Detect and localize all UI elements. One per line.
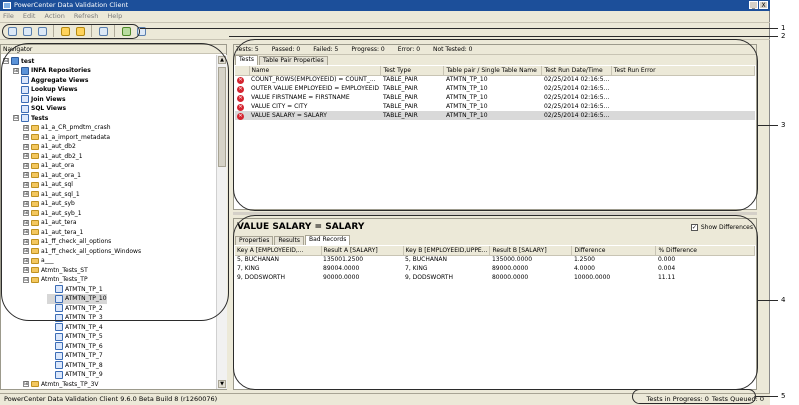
- folder-icon: [31, 381, 39, 387]
- callout-ellipse-tests: [233, 39, 758, 211]
- callout-line-5: [756, 396, 778, 397]
- tree-node[interactable]: ⊞ Atmtn_Tests_TP_3V: [23, 379, 99, 389]
- callout-ellipse-toolbar: [2, 24, 140, 39]
- tree-node-label: ATMTN_TP_8: [65, 361, 103, 369]
- callout-line-1: [140, 28, 778, 29]
- window-title: PowerCenter Data Validation Client: [14, 1, 129, 9]
- menu-bar: File Edit Action Refresh Help: [0, 11, 770, 22]
- tree-node[interactable]: ATMTN_TP_5: [47, 332, 103, 342]
- tree-node-label: ATMTN_TP_9: [65, 371, 103, 378]
- table-pair-icon: [55, 361, 63, 369]
- menu-refresh[interactable]: Refresh: [74, 11, 99, 22]
- table-pair-icon: [55, 370, 63, 379]
- menu-edit[interactable]: Edit: [23, 11, 36, 22]
- tree-node[interactable]: ATMTN_TP_8: [47, 360, 103, 370]
- callout-ellipse-details: [233, 215, 758, 390]
- title-bar: PowerCenter Data Validation Client _ X: [0, 0, 770, 11]
- scroll-down-arrow[interactable]: ▼: [218, 380, 226, 388]
- callout-line-4: [758, 300, 778, 301]
- tree-node[interactable]: ATMTN_TP_9: [47, 370, 103, 380]
- callout-line-2: [229, 36, 778, 37]
- table-pair-icon: [55, 342, 63, 350]
- menu-help[interactable]: Help: [107, 11, 122, 22]
- tree-node-label: ATMTN_TP_4: [65, 323, 103, 331]
- callout-number: 2: [781, 32, 786, 40]
- minimize-button[interactable]: _: [749, 1, 758, 9]
- app-icon: [3, 2, 11, 9]
- close-button[interactable]: X: [759, 1, 768, 9]
- callout-ellipse-navigator: [1, 43, 229, 321]
- menu-file[interactable]: File: [3, 11, 14, 22]
- expand-icon[interactable]: ⊞: [23, 381, 29, 387]
- tree-node[interactable]: ATMTN_TP_6: [47, 341, 103, 351]
- table-pair-icon: [55, 323, 63, 331]
- callout-number: 3: [781, 121, 786, 129]
- callout-number: 5: [781, 392, 786, 400]
- callout-number: 1: [781, 24, 786, 32]
- menu-action[interactable]: Action: [44, 11, 64, 22]
- tree-node[interactable]: ATMTN_TP_7: [47, 351, 103, 361]
- tree-node-label: ATMTN_TP_5: [65, 333, 103, 340]
- tree-node-label: ATMTN_TP_6: [65, 342, 103, 350]
- tree-node-label: ATMTN_TP_7: [65, 352, 103, 359]
- tree-node[interactable]: ATMTN_TP_4: [47, 322, 103, 332]
- table-pair-icon: [55, 332, 63, 341]
- status-version: PowerCenter Data Validation Client 9.6.0…: [4, 395, 218, 403]
- callout-line-3: [758, 125, 778, 126]
- callout-ellipse-status: [632, 389, 756, 404]
- table-pair-icon: [55, 351, 63, 360]
- callout-number: 4: [781, 296, 786, 304]
- tree-node-label: Atmtn_Tests_TP_3V: [41, 380, 99, 388]
